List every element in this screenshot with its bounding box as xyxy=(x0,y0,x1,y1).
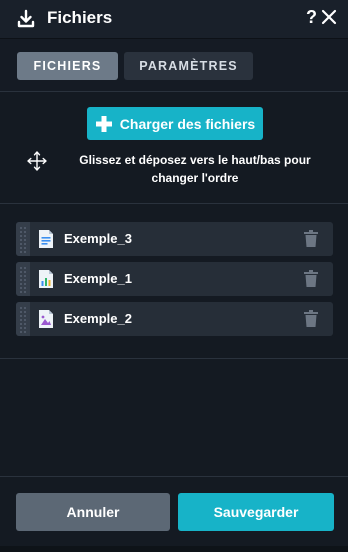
upload-button-label: Charger des fichiers xyxy=(119,115,256,132)
drag-handle[interactable] xyxy=(16,222,30,256)
close-icon[interactable] xyxy=(320,8,338,26)
file-name: Exemple_2 xyxy=(64,311,132,326)
file-name: Exemple_3 xyxy=(64,231,132,246)
trash-icon[interactable] xyxy=(304,230,318,247)
trash-icon[interactable] xyxy=(304,270,318,287)
dialog-title: Fichiers xyxy=(47,8,113,27)
upload-files-button[interactable]: Charger des fichiers xyxy=(87,107,263,140)
move-arrows-icon xyxy=(27,151,47,171)
divider xyxy=(0,476,348,477)
file-row[interactable]: Exemple_2 xyxy=(16,302,333,336)
drag-handle[interactable] xyxy=(16,302,30,336)
tab-parametres[interactable]: PARAMÈTRES xyxy=(124,52,253,80)
drag-handle[interactable] xyxy=(16,262,30,296)
file-row[interactable]: Exemple_1 xyxy=(16,262,333,296)
spreadsheet-chart-icon xyxy=(39,270,53,288)
cancel-button[interactable]: Annuler xyxy=(16,493,170,531)
reorder-hint: Glissez et déposez vers le haut/bas pour… xyxy=(79,153,311,185)
file-row[interactable]: Exemple_3 xyxy=(16,222,333,256)
bottom-edge xyxy=(0,546,348,552)
plus-icon xyxy=(95,115,112,132)
trash-icon[interactable] xyxy=(304,310,318,327)
dialog-header: Fichiers ? xyxy=(0,0,348,39)
tab-bar: FICHIERS PARAMÈTRES xyxy=(0,39,348,92)
download-icon xyxy=(17,9,35,28)
save-button[interactable]: Sauvegarder xyxy=(178,493,334,531)
help-button[interactable]: ? xyxy=(306,7,317,28)
image-file-icon xyxy=(39,310,53,328)
divider xyxy=(0,203,348,204)
divider xyxy=(0,358,348,359)
tab-fichiers[interactable]: FICHIERS xyxy=(17,52,118,80)
document-icon xyxy=(39,230,53,248)
file-name: Exemple_1 xyxy=(64,271,132,286)
